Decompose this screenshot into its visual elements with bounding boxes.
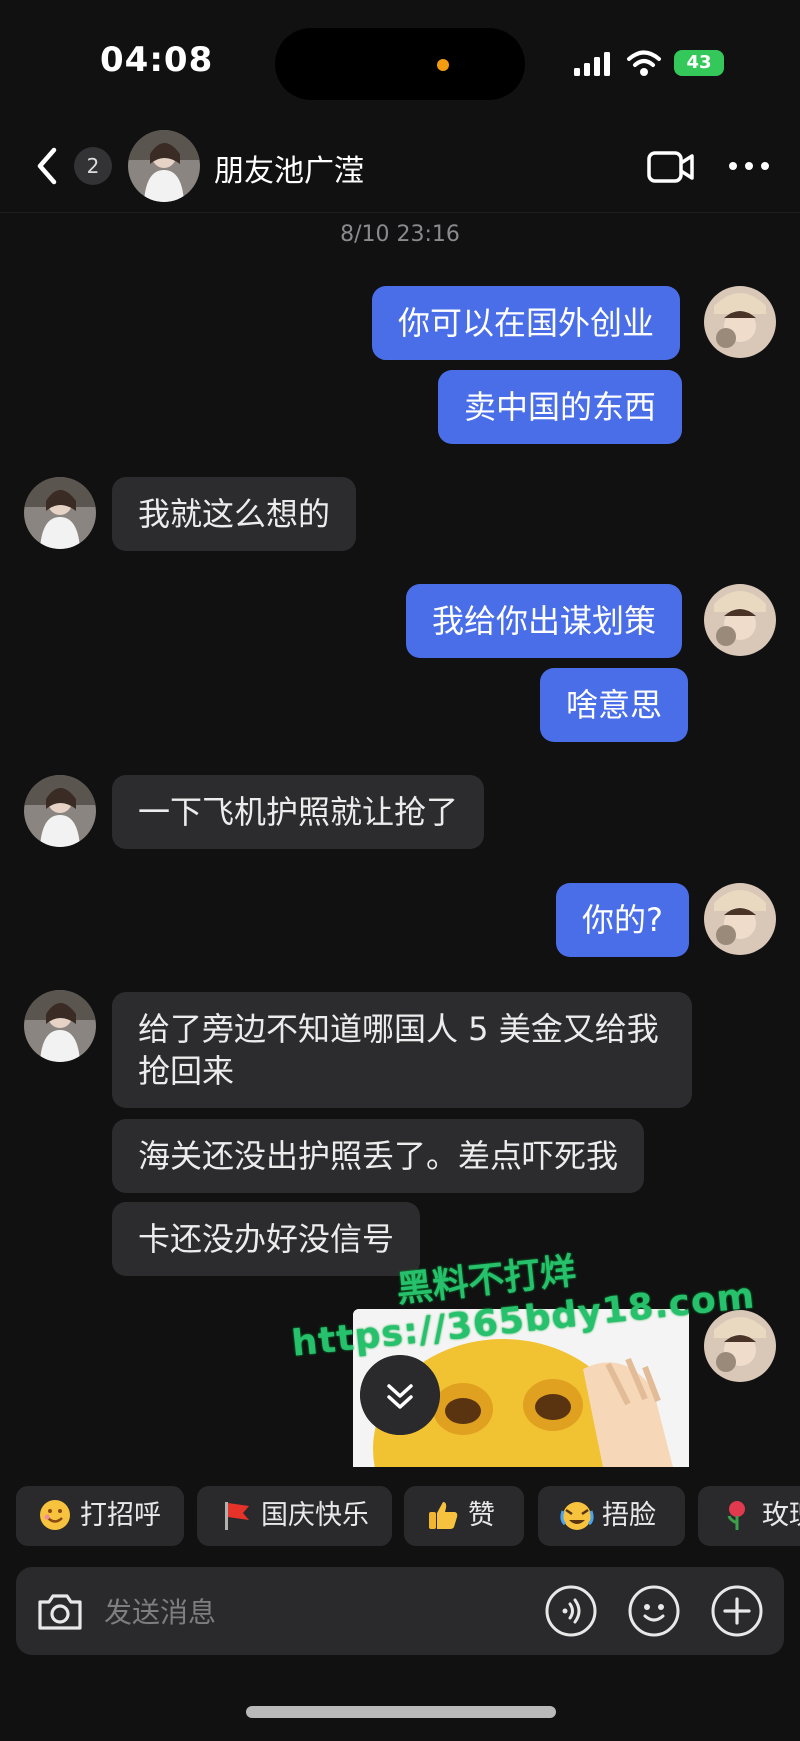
more-options-icon[interactable]: [726, 150, 772, 182]
chat-header: 2 朋友池广滢: [0, 120, 800, 213]
my-avatar[interactable]: [704, 883, 776, 955]
quick-reply-label: 国庆快乐: [261, 1500, 369, 1531]
home-indicator[interactable]: [246, 1706, 556, 1718]
privacy-indicator-dot: [437, 59, 449, 71]
contact-avatar[interactable]: [24, 775, 96, 847]
back-chevron-icon[interactable]: [30, 144, 66, 188]
add-more-icon[interactable]: [710, 1584, 764, 1638]
quick-reply-label: 捂脸: [602, 1500, 656, 1531]
unread-count-badge[interactable]: 2: [74, 147, 112, 185]
quick-reply-label: 赞: [468, 1500, 495, 1531]
contact-avatar[interactable]: [24, 990, 96, 1062]
message-bubble-incoming[interactable]: 我就这么想的: [112, 477, 357, 551]
camera-icon[interactable]: [34, 1586, 86, 1638]
my-avatar[interactable]: [704, 1310, 776, 1382]
message-bubble-incoming[interactable]: 给了旁边不知道哪国人 5 美金又给我抢回来: [112, 992, 692, 1108]
dynamic-island: [275, 28, 525, 100]
wifi-icon: [627, 50, 661, 76]
quick-reply-bar: 打招呼 国庆快乐 赞 捂脸 玫瑰: [0, 1486, 800, 1550]
message-bubble-outgoing[interactable]: 卖中国的东西: [438, 370, 683, 444]
video-call-icon[interactable]: [646, 148, 696, 186]
message-input[interactable]: 发送消息: [104, 1591, 216, 1631]
quick-reply-chip[interactable]: 玫瑰: [698, 1486, 800, 1546]
quick-reply-label: 玫瑰: [762, 1500, 800, 1531]
quick-reply-chip[interactable]: 捂脸: [538, 1486, 685, 1546]
voice-input-icon[interactable]: [544, 1584, 598, 1638]
contact-avatar[interactable]: [128, 130, 200, 202]
quick-reply-chip[interactable]: 国庆快乐: [197, 1486, 392, 1546]
message-bubble-outgoing[interactable]: 你可以在国外创业: [372, 286, 681, 360]
status-time: 04:08: [100, 40, 214, 80]
battery-indicator: 43: [674, 50, 724, 76]
quick-reply-chip[interactable]: 赞: [404, 1486, 524, 1546]
my-avatar[interactable]: [704, 286, 776, 358]
smile-emoji-icon: [40, 1499, 70, 1530]
thumbs-up-icon: [429, 1501, 458, 1529]
message-composer: 发送消息: [16, 1567, 784, 1655]
message-bubble-outgoing[interactable]: 我给你出谋划策: [406, 584, 683, 658]
contact-avatar[interactable]: [24, 477, 96, 549]
my-avatar[interactable]: [704, 584, 776, 656]
quick-reply-chip[interactable]: 打招呼: [16, 1486, 184, 1546]
message-timestamp: 8/10 23:16: [340, 222, 460, 247]
facepalm-emoji-icon: [560, 1501, 594, 1530]
message-bubble-outgoing[interactable]: 你的?: [556, 883, 689, 957]
message-bubble-outgoing[interactable]: 啥意思: [540, 668, 689, 742]
status-bar: 04:08 43: [0, 0, 800, 120]
message-bubble-incoming[interactable]: 海关还没出护照丢了。差点吓死我: [112, 1119, 645, 1193]
contact-name: 朋友池广滢: [214, 154, 364, 189]
emoji-icon[interactable]: [627, 1584, 681, 1638]
cellular-signal-icon: [574, 52, 610, 76]
red-flag-icon: [225, 1501, 249, 1530]
quick-reply-label: 打招呼: [80, 1500, 161, 1531]
rose-icon: [727, 1500, 745, 1530]
message-bubble-incoming[interactable]: 一下飞机护照就让抢了: [112, 775, 485, 849]
